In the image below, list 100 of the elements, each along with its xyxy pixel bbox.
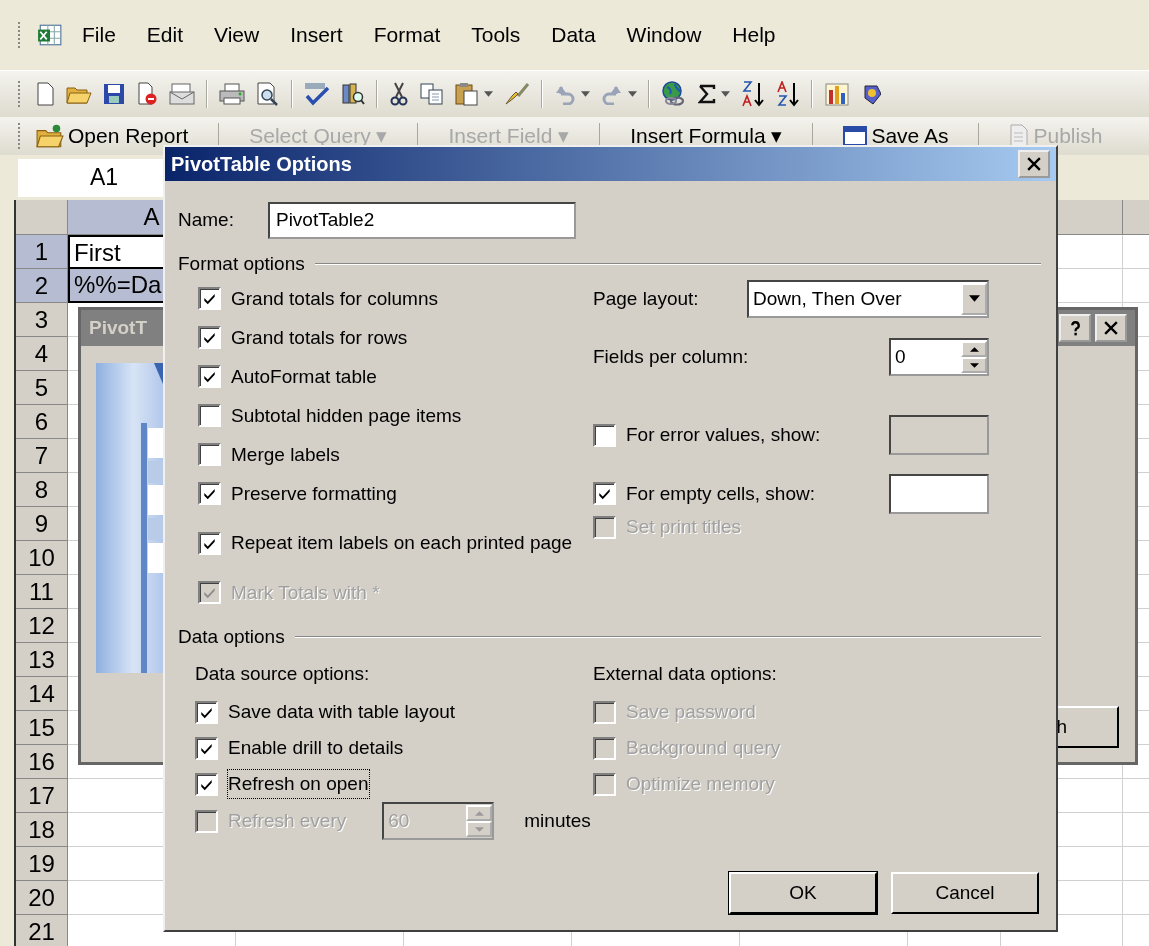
shapes-icon[interactable] [861, 82, 881, 106]
row-header[interactable]: 3 [16, 303, 68, 337]
checkbox-label[interactable]: For empty cells, show: [626, 482, 815, 505]
checkbox[interactable] [593, 423, 616, 447]
row-header[interactable]: 7 [16, 439, 68, 473]
caret-icon[interactable] [721, 91, 730, 97]
window-icon [843, 125, 868, 147]
toolbar-button[interactable]: Insert Formula ▾ [630, 124, 783, 148]
close-icon [1027, 157, 1041, 171]
checkbox[interactable] [198, 404, 221, 427]
sort-ascending-icon[interactable] [741, 81, 765, 107]
envelope-icon[interactable] [169, 83, 195, 105]
checkbox[interactable] [198, 443, 221, 466]
menu-item[interactable]: File [82, 23, 116, 47]
row-header[interactable]: 18 [16, 813, 68, 847]
page-layout-dropdown[interactable]: Down, Then Over [747, 279, 989, 318]
menu-item[interactable]: Edit [146, 23, 184, 47]
name-field[interactable]: PivotTable2 [267, 201, 576, 239]
toolbar-button[interactable]: Open Report [36, 123, 189, 149]
row-header[interactable]: 15 [16, 711, 68, 745]
spreadsheet-icon[interactable] [37, 23, 63, 47]
row-header[interactable]: 19 [16, 847, 68, 881]
new-document-icon[interactable] [35, 82, 55, 106]
checkbox-label[interactable]: Preserve formatting [231, 479, 397, 508]
clipboard-icon[interactable] [455, 82, 479, 106]
question-mark-icon [1069, 320, 1081, 336]
checkbox-label[interactable]: For error values, show: [626, 424, 821, 446]
error-value-field[interactable] [889, 415, 989, 455]
menu-item[interactable]: Insert [290, 23, 343, 47]
spinner-field[interactable]: 0 [889, 338, 989, 376]
menu-item[interactable]: View [214, 23, 260, 47]
caret-icon[interactable] [484, 91, 493, 97]
row-header[interactable]: 1 [16, 235, 68, 269]
checkmark-icon [202, 330, 217, 345]
row-header[interactable]: 9 [16, 507, 68, 541]
scissors-icon[interactable] [389, 82, 409, 106]
row-header[interactable]: 13 [16, 643, 68, 677]
menu-item[interactable]: Tools [471, 23, 521, 47]
checkbox-label[interactable]: Subtotal hidden page items [231, 401, 462, 430]
checkbox[interactable] [198, 287, 221, 310]
row-header[interactable]: 12 [16, 609, 68, 643]
row-header[interactable]: 17 [16, 779, 68, 813]
row-header[interactable]: 6 [16, 405, 68, 439]
row-header[interactable]: 21 [16, 915, 68, 946]
books-magnifier-icon[interactable] [341, 82, 365, 106]
spelling-check-icon[interactable] [304, 82, 330, 106]
checkmark-icon [202, 369, 217, 384]
checkbox-label[interactable]: Merge labels [231, 440, 340, 469]
checkbox-label[interactable]: Grand totals for rows [231, 323, 408, 352]
checkbox[interactable] [198, 531, 221, 555]
checkbox[interactable] [195, 772, 218, 796]
field-label: Page layout: [593, 287, 699, 310]
paintbrush-icon[interactable] [504, 82, 530, 106]
row-header[interactable]: 10 [16, 541, 68, 575]
checkbox[interactable] [195, 736, 218, 760]
checkbox-label[interactable]: Repeat item labels on each printed page [231, 529, 573, 557]
menu-item[interactable]: Window [626, 23, 702, 47]
row-header[interactable]: 8 [16, 473, 68, 507]
checkbox-label[interactable]: Refresh on open [228, 770, 369, 798]
menu-item[interactable]: Format [373, 23, 441, 47]
folder-icon [36, 123, 64, 149]
close-button[interactable] [1018, 150, 1050, 178]
empty-cell-field[interactable] [889, 473, 989, 514]
printer-icon[interactable] [219, 83, 245, 105]
caret-icon[interactable] [628, 91, 637, 97]
sigma-icon[interactable] [698, 84, 716, 104]
checkbox[interactable] [198, 482, 221, 505]
row-header[interactable]: 4 [16, 337, 68, 371]
document-stop-icon[interactable] [136, 82, 158, 106]
checkbox-label[interactable]: Save data with table layout [228, 698, 456, 726]
print-preview-icon[interactable] [256, 82, 280, 106]
help-button[interactable] [1059, 314, 1091, 342]
menu-item[interactable]: Data [551, 23, 596, 47]
row-header[interactable]: 14 [16, 677, 68, 711]
menu-item[interactable]: Help [732, 23, 776, 47]
row-header[interactable]: 5 [16, 371, 68, 405]
caret-icon[interactable] [581, 91, 590, 97]
checkbox[interactable] [198, 365, 221, 388]
dialog-button[interactable]: OK [729, 872, 877, 914]
checkbox[interactable] [195, 700, 218, 724]
checkbox[interactable] [198, 326, 221, 349]
window-title: PivotT [89, 317, 148, 339]
row-header[interactable]: 20 [16, 881, 68, 915]
checkbox-label[interactable]: Enable drill to details [228, 734, 404, 762]
sort-descending-icon[interactable] [776, 81, 800, 107]
up-arrow-icon [969, 346, 979, 352]
row-header[interactable]: 2 [16, 269, 68, 303]
copy-icon[interactable] [420, 83, 444, 105]
caret-icon [968, 295, 980, 302]
unit-label: minutes [524, 810, 591, 832]
bar-chart-icon[interactable] [824, 82, 850, 106]
globe-link-icon[interactable] [661, 81, 687, 107]
close-button[interactable] [1095, 314, 1127, 342]
checkbox-label[interactable]: AutoFormat table [231, 362, 377, 391]
row-header[interactable]: 16 [16, 745, 68, 779]
toolbar-button[interactable]: Save As [843, 124, 949, 148]
subsection-heading: External data options: [593, 663, 778, 685]
row-header[interactable]: 11 [16, 575, 68, 609]
checkbox[interactable] [593, 482, 616, 505]
dialog-button[interactable]: Cancel [891, 872, 1039, 914]
